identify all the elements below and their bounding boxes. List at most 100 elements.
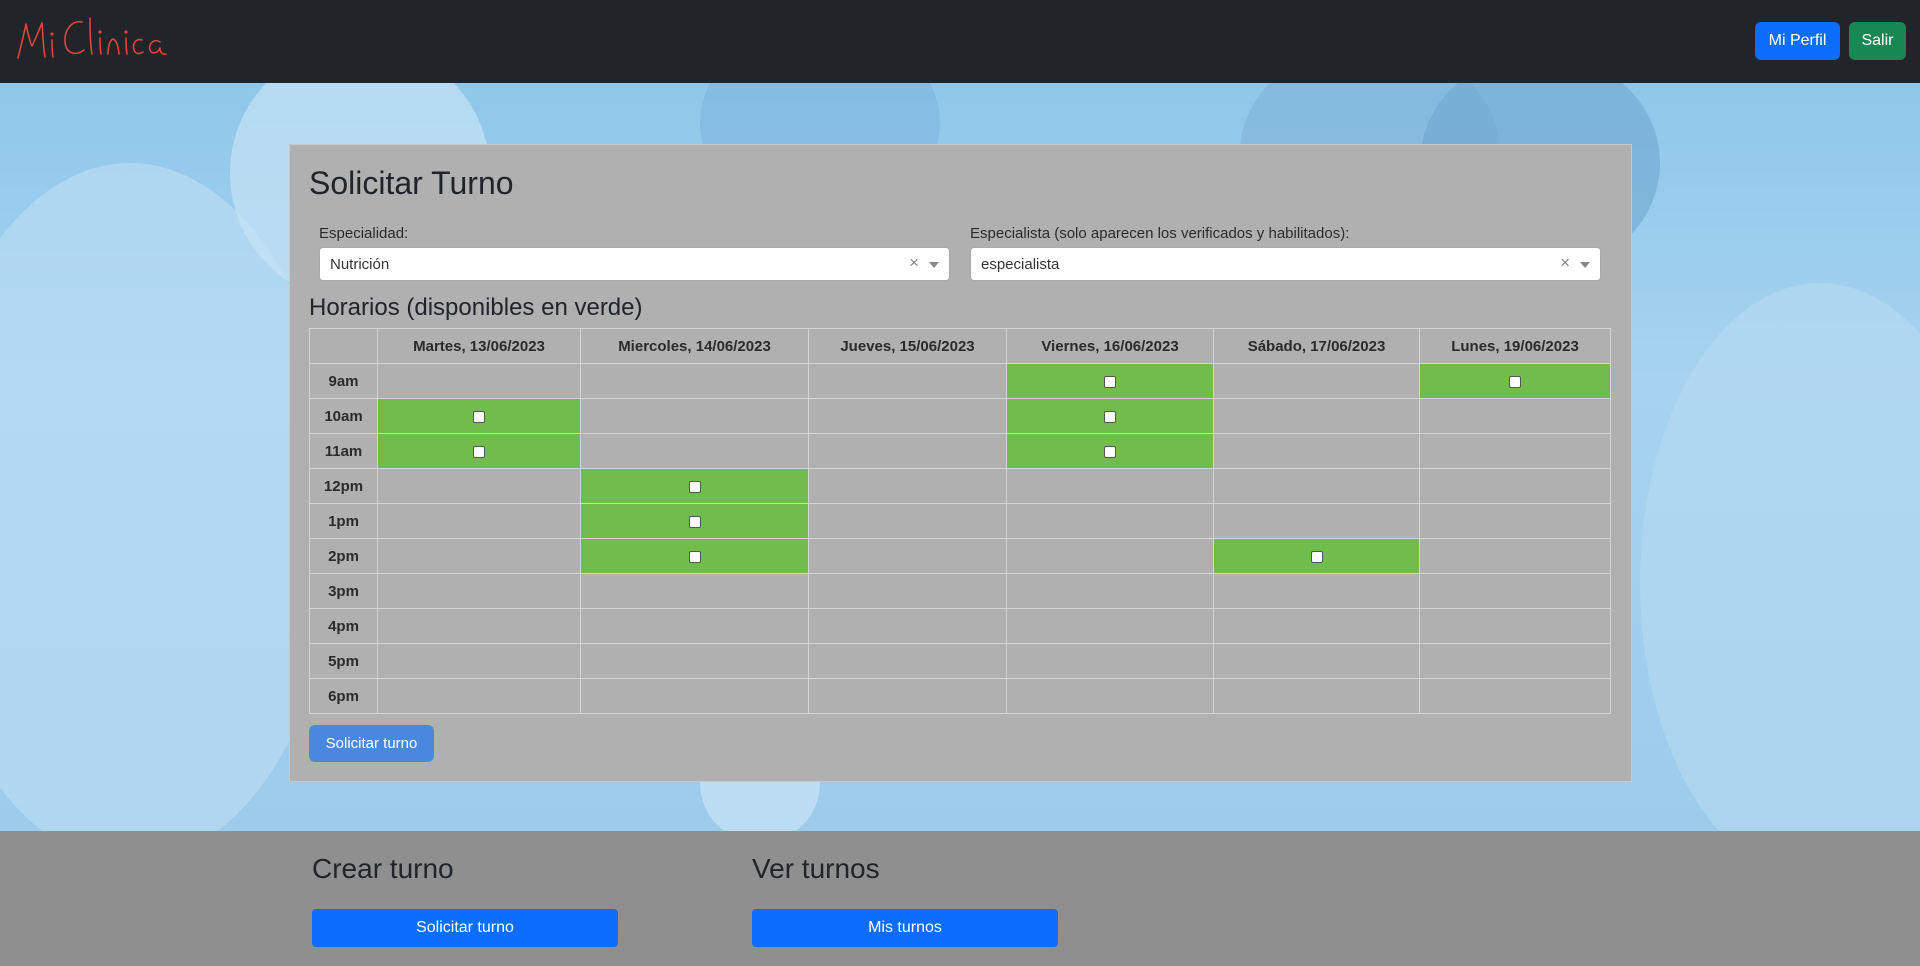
schedule-row: 4pm: [309, 608, 1611, 644]
unavailable-slot: [1419, 503, 1611, 539]
unavailable-slot: [377, 608, 581, 644]
unavailable-slot: [808, 468, 1007, 504]
submit-appointment-button[interactable]: Solicitar turno: [309, 725, 434, 762]
unavailable-slot: [1419, 608, 1611, 644]
hour-label: 10am: [309, 398, 378, 434]
schedule-row: 5pm: [309, 643, 1611, 679]
unavailable-slot: [1213, 608, 1420, 644]
unavailable-slot: [1213, 363, 1420, 399]
unavailable-slot: [1006, 608, 1214, 644]
available-slot[interactable]: [1213, 538, 1420, 574]
unavailable-slot: [1213, 468, 1420, 504]
hour-label: 6pm: [309, 678, 378, 714]
unavailable-slot: [1213, 643, 1420, 679]
brand-logo[interactable]: [12, 10, 172, 70]
hour-label: 11am: [309, 433, 378, 469]
unavailable-slot: [377, 573, 581, 609]
schedule-title: Horarios (disponibles en verde): [309, 294, 643, 321]
unavailable-slot: [1213, 398, 1420, 434]
schedule-row: 12pm: [309, 468, 1611, 504]
unavailable-slot: [1006, 503, 1214, 539]
unavailable-slot: [377, 503, 581, 539]
available-slot[interactable]: [580, 503, 809, 539]
unavailable-slot: [1213, 503, 1420, 539]
card-title: Solicitar Turno: [309, 165, 514, 201]
specialty-label: Especialidad:: [319, 225, 409, 242]
unavailable-slot: [580, 398, 809, 434]
unavailable-slot: [1419, 538, 1611, 574]
unavailable-slot: [580, 678, 809, 714]
day-header: Miercoles, 14/06/2023: [580, 328, 809, 364]
hour-label: 1pm: [309, 503, 378, 539]
logout-button[interactable]: Salir: [1849, 22, 1906, 60]
footer: Crear turno Solicitar turno Ver turnos M…: [0, 831, 1920, 966]
unavailable-slot: [808, 678, 1007, 714]
slot-checkbox[interactable]: [688, 515, 701, 528]
unavailable-slot: [377, 538, 581, 574]
schedule-row: 10am: [309, 398, 1611, 434]
available-slot[interactable]: [377, 433, 581, 469]
unavailable-slot: [1419, 433, 1611, 469]
unavailable-slot: [808, 538, 1007, 574]
unavailable-slot: [1419, 398, 1611, 434]
chevron-down-icon[interactable]: [1580, 262, 1590, 268]
unavailable-slot: [808, 573, 1007, 609]
slot-checkbox[interactable]: [688, 480, 701, 493]
available-slot[interactable]: [377, 398, 581, 434]
view-appointments-title: Ver turnos: [752, 853, 880, 884]
unavailable-slot: [580, 363, 809, 399]
my-appointments-button[interactable]: Mis turnos: [752, 909, 1058, 947]
slot-checkbox[interactable]: [1310, 550, 1323, 563]
create-appointment-title: Crear turno: [312, 853, 454, 884]
unavailable-slot: [1419, 678, 1611, 714]
slot-checkbox[interactable]: [1509, 375, 1521, 388]
schedule-row: 9am: [309, 363, 1611, 399]
schedule-header-row: Martes, 13/06/2023 Miercoles, 14/06/2023…: [309, 328, 1611, 364]
request-appointment-card: Solicitar Turno Especialidad: Nutrición …: [289, 144, 1632, 782]
unavailable-slot: [377, 643, 581, 679]
day-header: Viernes, 16/06/2023: [1006, 328, 1214, 364]
hour-label: 4pm: [309, 608, 378, 644]
unavailable-slot: [1006, 468, 1214, 504]
slot-checkbox[interactable]: [473, 445, 485, 458]
slot-checkbox[interactable]: [1104, 375, 1116, 388]
unavailable-slot: [580, 573, 809, 609]
slot-checkbox[interactable]: [1104, 445, 1116, 458]
available-slot[interactable]: [1006, 363, 1214, 399]
slot-checkbox[interactable]: [473, 410, 485, 423]
day-header: Jueves, 15/06/2023: [808, 328, 1007, 364]
unavailable-slot: [808, 608, 1007, 644]
hour-label: 12pm: [309, 468, 378, 504]
specialty-select[interactable]: Nutrición ×: [319, 247, 950, 281]
schedule-table: Martes, 13/06/2023 Miercoles, 14/06/2023…: [309, 328, 1611, 714]
day-header: Lunes, 19/06/2023: [1419, 328, 1611, 364]
navbar: Mi Perfil Salir: [0, 0, 1920, 83]
specialist-label: Especialista (solo aparecen los verifica…: [970, 225, 1350, 242]
specialist-value: especialista: [981, 256, 1060, 273]
available-slot[interactable]: [1419, 363, 1611, 399]
slot-checkbox[interactable]: [688, 550, 701, 563]
day-header: Martes, 13/06/2023: [377, 328, 581, 364]
profile-button[interactable]: Mi Perfil: [1755, 22, 1840, 60]
unavailable-slot: [808, 363, 1007, 399]
hour-label: 9am: [309, 363, 378, 399]
unavailable-slot: [377, 468, 581, 504]
available-slot[interactable]: [1006, 398, 1214, 434]
available-slot[interactable]: [580, 468, 809, 504]
request-appointment-button[interactable]: Solicitar turno: [312, 909, 618, 947]
clear-icon[interactable]: ×: [909, 253, 919, 273]
hour-label: 5pm: [309, 643, 378, 679]
specialty-value: Nutrición: [330, 256, 390, 273]
specialist-select[interactable]: especialista ×: [970, 247, 1601, 281]
available-slot[interactable]: [580, 538, 809, 574]
unavailable-slot: [1006, 643, 1214, 679]
hour-label: 2pm: [309, 538, 378, 574]
corner-cell: [309, 328, 378, 364]
unavailable-slot: [1006, 678, 1214, 714]
unavailable-slot: [808, 433, 1007, 469]
clear-icon[interactable]: ×: [1560, 253, 1570, 273]
slot-checkbox[interactable]: [1104, 410, 1116, 423]
chevron-down-icon[interactable]: [929, 262, 939, 268]
unavailable-slot: [580, 643, 809, 679]
available-slot[interactable]: [1006, 433, 1214, 469]
